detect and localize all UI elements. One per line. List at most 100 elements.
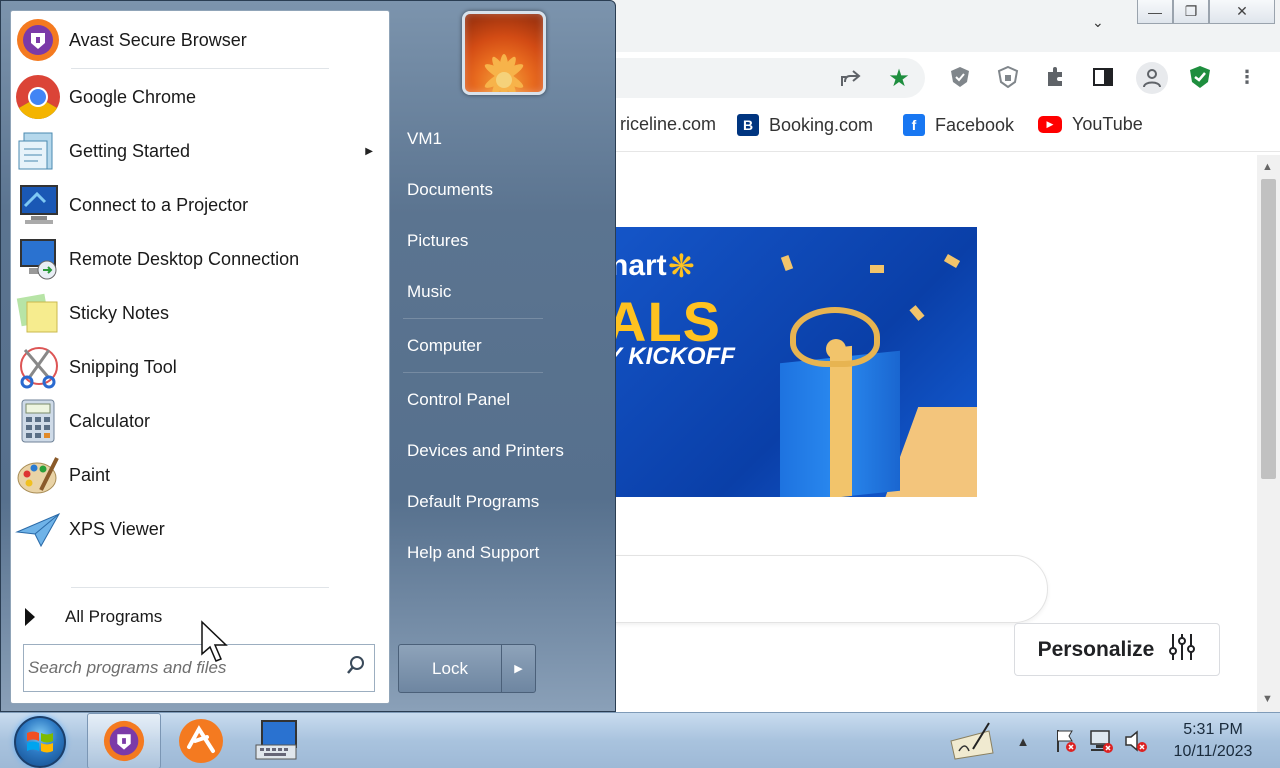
program-sticky-notes[interactable]: Sticky Notes	[11, 286, 391, 340]
start-menu-programs-pane: Avast Secure Browser Google Chrome Getti…	[10, 10, 390, 704]
program-xps-viewer[interactable]: XPS Viewer	[11, 502, 391, 556]
link-music[interactable]: Music	[407, 282, 451, 302]
extensions-puzzle-icon[interactable]	[1042, 64, 1068, 90]
projector-icon	[14, 181, 62, 229]
action-center-flag-icon[interactable]	[1053, 727, 1079, 755]
lock-button[interactable]: Lock	[398, 644, 502, 693]
gift-bow-knot	[826, 339, 846, 359]
bookmark-youtube[interactable]: ▶ YouTube	[1038, 114, 1143, 135]
security-shield-icon[interactable]	[1187, 64, 1213, 90]
bookmark-facebook[interactable]: f Facebook	[903, 114, 1014, 136]
search-icon[interactable]	[346, 655, 366, 681]
personalize-button[interactable]: Personalize	[1014, 623, 1220, 676]
program-label: XPS Viewer	[69, 518, 165, 539]
link-control-panel[interactable]: Control Panel	[407, 390, 510, 410]
taskbar-clock[interactable]: 5:31 PM 10/11/2023	[1158, 719, 1268, 763]
network-icon[interactable]	[1088, 727, 1114, 755]
lock-label: Lock	[432, 658, 468, 678]
tab-search-chevron-icon[interactable]: ⌄	[1092, 14, 1104, 31]
chrome-icon	[14, 73, 62, 121]
program-getting-started[interactable]: Getting Started ▶	[11, 124, 391, 178]
program-calculator[interactable]: Calculator	[11, 394, 391, 448]
minimize-button[interactable]: —	[1137, 0, 1173, 24]
program-connect-to-projector[interactable]: Connect to a Projector	[11, 178, 391, 232]
program-snipping-tool[interactable]: Snipping Tool	[11, 340, 391, 394]
taskbar: ▲ 5:31 PM 10/11/2023	[0, 712, 1280, 768]
restore-button[interactable]: ❐	[1173, 0, 1209, 24]
promo-banner[interactable]: nart ❋ ALS Y KICKOFF	[600, 227, 977, 497]
bookmark-label: YouTube	[1072, 114, 1143, 134]
bookmark-label: riceline.com	[620, 114, 717, 134]
taskbar-avast-browser[interactable]	[87, 713, 161, 768]
sticky-notes-icon	[14, 289, 62, 337]
avast-browser-icon	[14, 16, 62, 64]
link-default-programs[interactable]: Default Programs	[407, 492, 539, 512]
profile-icon[interactable]	[1136, 62, 1168, 94]
link-devices-and-printers[interactable]: Devices and Printers	[407, 441, 564, 461]
link-pictures[interactable]: Pictures	[407, 231, 468, 251]
program-label: Avast Secure Browser	[69, 29, 247, 50]
program-avast-secure-browser[interactable]: Avast Secure Browser	[11, 13, 391, 67]
all-programs-arrow-icon	[25, 608, 35, 626]
windows-logo-icon	[27, 731, 53, 753]
program-label: Snipping Tool	[69, 356, 177, 377]
page-search-box[interactable]	[600, 555, 1048, 623]
paint-icon	[14, 451, 62, 499]
submenu-arrow-icon: ▶	[365, 145, 373, 157]
start-search-input[interactable]	[28, 653, 338, 683]
facebook-icon: f	[903, 114, 925, 136]
chevron-right-icon: ▶	[514, 663, 523, 675]
link-user-folder[interactable]: VM1	[407, 129, 442, 149]
menu-kebab-icon[interactable]: ⋮	[1234, 64, 1260, 90]
banner-subheadline: Y KICKOFF	[606, 343, 735, 370]
confetti	[909, 305, 925, 321]
bookmark-booking[interactable]: B Booking.com	[737, 114, 873, 136]
clock-time: 5:31 PM	[1183, 721, 1243, 738]
divider	[71, 68, 329, 69]
spark-icon: ❋	[668, 248, 695, 284]
program-label: Remote Desktop Connection	[69, 248, 300, 269]
user-picture[interactable]	[462, 11, 546, 98]
keyboard-monitor-icon	[255, 720, 297, 760]
taskbar-avast-antivirus[interactable]	[164, 713, 238, 768]
snipping-tool-icon	[14, 343, 62, 391]
bookmark-priceline[interactable]: riceline.com	[620, 114, 716, 135]
link-computer[interactable]: Computer	[407, 336, 482, 356]
restore-icon: ❐	[1184, 3, 1198, 19]
side-panel-icon[interactable]	[1090, 64, 1116, 90]
show-hidden-icons-chevron-icon[interactable]: ▲	[1010, 727, 1036, 755]
extension-shield-check-icon[interactable]	[947, 64, 973, 90]
scroll-down-arrow-icon[interactable]: ▼	[1262, 693, 1273, 705]
close-icon: ✕	[1236, 3, 1248, 19]
calculator-icon	[14, 397, 62, 445]
avast-browser-icon	[103, 720, 145, 762]
program-paint[interactable]: Paint	[11, 448, 391, 502]
scroll-up-arrow-icon[interactable]: ▲	[1262, 161, 1273, 173]
tablet-input-panel-icon[interactable]	[948, 719, 996, 763]
sliders-icon	[1168, 632, 1196, 668]
taskbar-on-screen-keyboard[interactable]	[241, 713, 315, 768]
gift-ribbon	[830, 345, 852, 497]
bookmark-star-icon[interactable]: ★	[886, 65, 912, 92]
link-documents[interactable]: Documents	[407, 180, 493, 200]
program-label: Google Chrome	[69, 86, 197, 107]
scrollbar-thumb[interactable]	[1261, 179, 1276, 479]
bookmark-label: Booking.com	[769, 114, 874, 135]
start-search-box[interactable]	[23, 644, 375, 692]
all-programs-label: All Programs	[65, 607, 163, 626]
program-remote-desktop-connection[interactable]: Remote Desktop Connection	[11, 232, 391, 286]
extension-lock-shield-icon[interactable]	[995, 64, 1021, 90]
avast-antivirus-icon	[179, 719, 223, 763]
divider	[71, 587, 329, 588]
program-label: Paint	[69, 464, 111, 485]
start-button[interactable]	[14, 716, 66, 768]
close-button[interactable]: ✕	[1209, 0, 1275, 24]
vertical-scrollbar[interactable]: ▲ ▼	[1257, 155, 1280, 712]
youtube-icon: ▶	[1038, 116, 1062, 133]
program-google-chrome[interactable]: Google Chrome	[11, 70, 391, 124]
link-help-and-support[interactable]: Help and Support	[407, 543, 539, 563]
shutdown-options-button[interactable]: ▶	[501, 644, 536, 693]
address-bar[interactable]: ★	[600, 58, 925, 98]
share-icon[interactable]	[838, 65, 864, 91]
volume-muted-icon[interactable]	[1123, 727, 1149, 755]
